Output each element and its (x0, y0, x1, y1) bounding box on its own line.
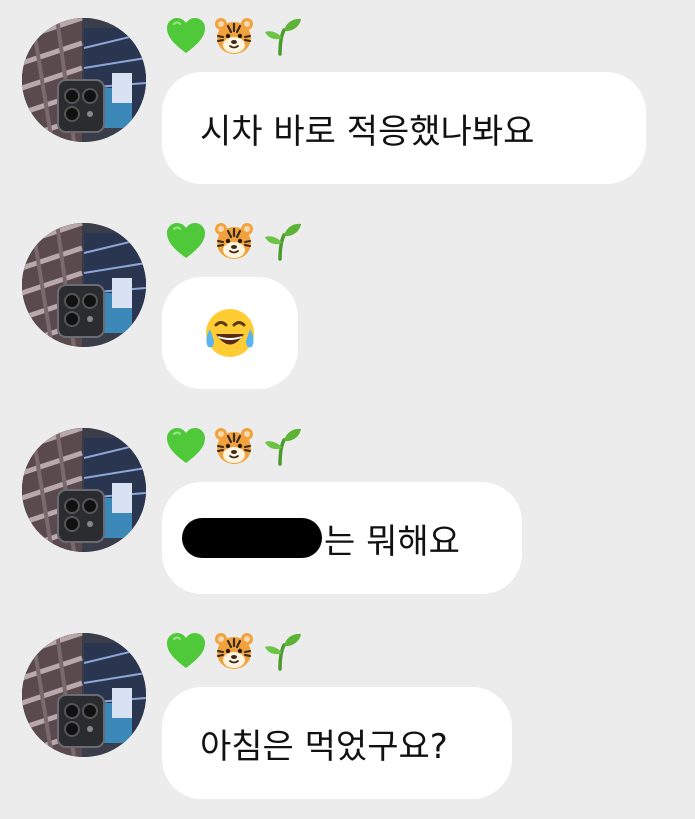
avatar[interactable] (22, 223, 146, 347)
green-heart-icon (164, 424, 208, 468)
green-heart-icon (164, 219, 208, 263)
seedling-icon (260, 424, 304, 468)
message-bubble[interactable]: 는 뭐해요 (162, 482, 522, 594)
message-text: 시차 바로 적응했나봐요 (200, 111, 535, 152)
chat-thread: 시차 바로 적응했나봐요 는 뭐해요 아침은 먹었구요? (0, 0, 695, 819)
avatar[interactable] (22, 18, 146, 142)
tiger-face-icon (212, 424, 256, 468)
seedling-icon (260, 629, 304, 673)
message-bubble[interactable] (162, 277, 298, 389)
message-row: 아침은 먹었구요? (0, 615, 695, 805)
seedling-icon (260, 14, 304, 58)
green-heart-icon (164, 629, 208, 673)
sender-badges[interactable] (164, 14, 304, 58)
tiger-face-icon (212, 629, 256, 673)
green-heart-icon (164, 14, 208, 58)
message-row: 시차 바로 적응했나봐요 (0, 0, 695, 190)
sender-badges[interactable] (164, 219, 304, 263)
message-text: 아침은 먹었구요? (200, 726, 448, 767)
message-bubble[interactable]: 아침은 먹었구요? (162, 687, 512, 799)
seedling-icon (260, 219, 304, 263)
avatar[interactable] (22, 633, 146, 757)
avatar[interactable] (22, 428, 146, 552)
message-text: 는 뭐해요 (324, 521, 460, 562)
sender-badges[interactable] (164, 629, 304, 673)
sender-badges[interactable] (164, 424, 304, 468)
message-row (0, 205, 695, 395)
message-row: 는 뭐해요 (0, 410, 695, 600)
message-bubble[interactable]: 시차 바로 적응했나봐요 (162, 72, 646, 184)
face-with-tears-of-joy-icon (202, 305, 258, 361)
tiger-face-icon (212, 14, 256, 58)
tiger-face-icon (212, 219, 256, 263)
redaction-block (182, 518, 322, 558)
